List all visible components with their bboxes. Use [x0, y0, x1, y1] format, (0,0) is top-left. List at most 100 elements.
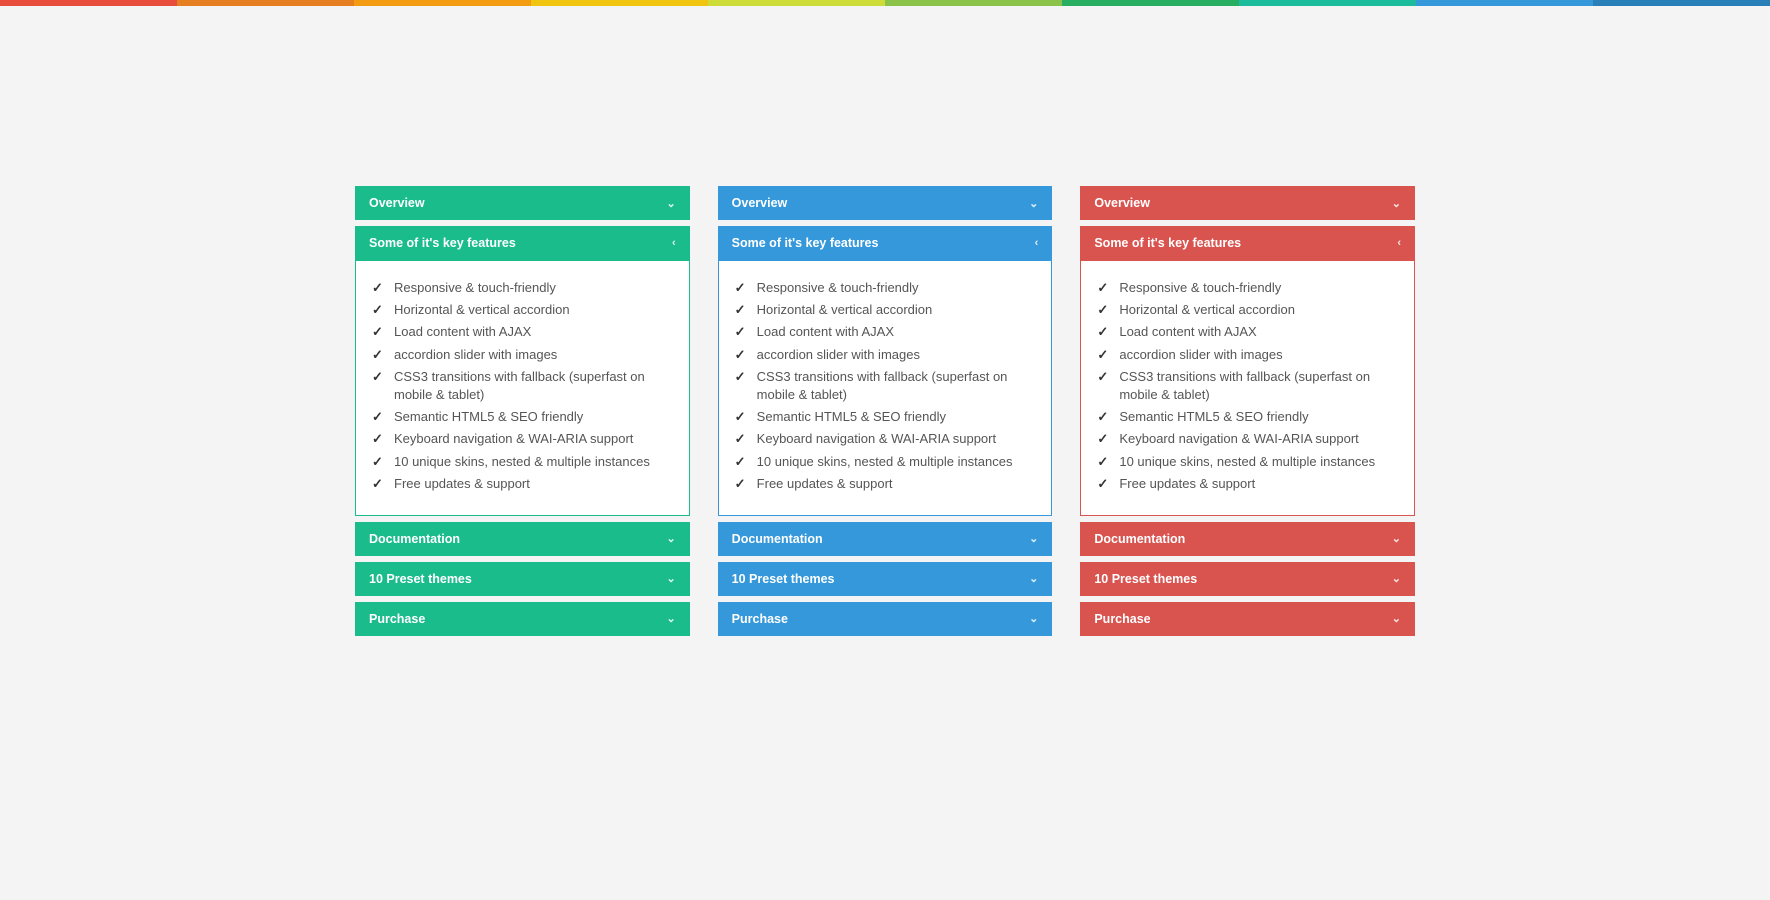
- accordion-header-themes[interactable]: 10 Preset themes⌄: [718, 562, 1053, 596]
- feature-text: Responsive & touch-friendly: [1119, 279, 1398, 297]
- feature-text: Load content with AJAX: [757, 323, 1036, 341]
- accordion-item-purchase: Purchase⌄: [1080, 602, 1415, 636]
- feature-text: Horizontal & vertical accordion: [757, 301, 1036, 319]
- accordion-header-themes[interactable]: 10 Preset themes ⌄: [355, 562, 690, 596]
- accordion-header-features[interactable]: Some of it's key features‹: [355, 226, 690, 260]
- accordion-header-label: Purchase: [369, 612, 425, 626]
- accordion-header-label: 10 Preset themes: [1094, 572, 1197, 586]
- accordion-header-label: Documentation: [369, 532, 460, 546]
- feature-list-item: ✓CSS3 transitions with fallback (superfa…: [372, 368, 673, 404]
- accordion-header-purchase[interactable]: Purchase⌄: [1080, 602, 1415, 636]
- check-icon: ✓: [1097, 368, 1119, 386]
- chevron-down-icon: ⌄: [666, 572, 675, 585]
- feature-text: accordion slider with images: [394, 346, 673, 364]
- feature-list-item: ✓Keyboard navigation & WAI-ARIA support: [1097, 430, 1398, 448]
- feature-list-item: ✓Horizontal & vertical accordion: [735, 301, 1036, 319]
- accordion-header-label: Some of it's key features: [732, 236, 879, 250]
- check-icon: ✓: [1097, 323, 1119, 341]
- feature-list-item: ✓CSS3 transitions with fallback (superfa…: [1097, 368, 1398, 404]
- check-icon: ✓: [372, 453, 394, 471]
- feature-text: Semantic HTML5 & SEO friendly: [757, 408, 1036, 426]
- accordion-header-overview[interactable]: Overview⌄: [718, 186, 1053, 220]
- accordion-header-features[interactable]: Some of it's key features‹: [1080, 226, 1415, 260]
- accordion-item-purchase: Purchase ⌄: [718, 602, 1053, 636]
- feature-text: Free updates & support: [757, 475, 1036, 493]
- feature-text: Load content with AJAX: [1119, 323, 1398, 341]
- accordion-header-label: 10 Preset themes: [732, 572, 835, 586]
- check-icon: ✓: [1097, 301, 1119, 319]
- chevron-left-icon: ‹: [1035, 237, 1039, 249]
- accordion-header-features[interactable]: Some of it's key features ‹: [718, 226, 1053, 260]
- rainbow-top-bar: [0, 0, 1770, 6]
- accordion-header-documentation[interactable]: Documentation⌄: [1080, 522, 1415, 556]
- accordion-header-label: Purchase: [732, 612, 788, 626]
- accordion-item-features: Some of it's key features ‹ ✓Responsive & …: [718, 226, 1053, 516]
- check-icon: ✓: [735, 301, 757, 319]
- accordion-column-green: Overview⌄Some of it's key features‹✓Resp…: [355, 186, 690, 642]
- check-icon: ✓: [372, 301, 394, 319]
- chevron-down-icon: ⌄: [1029, 532, 1038, 545]
- feature-list-item: ✓CSS3 transitions with fallback (superfa…: [735, 368, 1036, 404]
- feature-text: CSS3 transitions with fallback (superfas…: [757, 368, 1036, 404]
- rainbow-segment: [354, 0, 531, 6]
- accordion-item-overview: Overview ⌄: [1080, 186, 1415, 220]
- feature-list-item: ✓10 unique skins, nested & multiple inst…: [372, 453, 673, 471]
- feature-text: 10 unique skins, nested & multiple insta…: [394, 453, 673, 471]
- rainbow-segment: [708, 0, 885, 6]
- feature-list-item: ✓Free updates & support: [1097, 475, 1398, 493]
- check-icon: ✓: [372, 475, 394, 493]
- feature-text: Horizontal & vertical accordion: [1119, 301, 1398, 319]
- accordion-header-purchase[interactable]: Purchase ⌄: [718, 602, 1053, 636]
- feature-list-item: ✓Semantic HTML5 & SEO friendly: [1097, 408, 1398, 426]
- feature-text: accordion slider with images: [757, 346, 1036, 364]
- chevron-down-icon: ⌄: [666, 532, 675, 545]
- feature-list-item: ✓Keyboard navigation & WAI-ARIA support: [372, 430, 673, 448]
- accordion-header-documentation[interactable]: Documentation ⌄: [355, 522, 690, 556]
- accordion-header-label: 10 Preset themes: [369, 572, 472, 586]
- accordion-body-features: ✓Responsive & touch-friendly✓Horizontal …: [718, 260, 1053, 516]
- feature-text: Horizontal & vertical accordion: [394, 301, 673, 319]
- check-icon: ✓: [372, 430, 394, 448]
- accordion-header-overview[interactable]: Overview ⌄: [355, 186, 690, 220]
- feature-list-item: ✓Load content with AJAX: [1097, 323, 1398, 341]
- accordion-item-themes: 10 Preset themes⌄: [718, 562, 1053, 596]
- feature-list-item: ✓Semantic HTML5 & SEO friendly: [735, 408, 1036, 426]
- feature-list-item: ✓Free updates & support: [735, 475, 1036, 493]
- check-icon: ✓: [372, 346, 394, 364]
- check-icon: ✓: [1097, 475, 1119, 493]
- chevron-down-icon: ⌄: [1029, 612, 1038, 625]
- accordion-body-features: ✓Responsive & touch-friendly✓Horizontal …: [1080, 260, 1415, 516]
- feature-list-item: ✓accordion slider with images: [735, 346, 1036, 364]
- feature-text: Free updates & support: [1119, 475, 1398, 493]
- accordion-header-label: Overview: [1094, 196, 1150, 210]
- accordion-header-label: Documentation: [732, 532, 823, 546]
- chevron-down-icon: ⌄: [666, 612, 675, 625]
- feature-text: CSS3 transitions with fallback (superfas…: [1119, 368, 1398, 404]
- accordion-header-label: Overview: [369, 196, 425, 210]
- feature-text: CSS3 transitions with fallback (superfas…: [394, 368, 673, 404]
- accordion-header-themes[interactable]: 10 Preset themes⌄: [1080, 562, 1415, 596]
- check-icon: ✓: [735, 323, 757, 341]
- accordion-item-overview: Overview ⌄: [355, 186, 690, 220]
- accordion-header-documentation[interactable]: Documentation ⌄: [718, 522, 1053, 556]
- feature-list-item: ✓10 unique skins, nested & multiple inst…: [735, 453, 1036, 471]
- accordion-header-label: Some of it's key features: [369, 236, 516, 250]
- feature-list-item: ✓Responsive & touch-friendly: [735, 279, 1036, 297]
- chevron-down-icon: ⌄: [1392, 197, 1401, 210]
- feature-list-item: ✓Horizontal & vertical accordion: [1097, 301, 1398, 319]
- chevron-down-icon: ⌄: [666, 197, 675, 210]
- feature-list-item: ✓Semantic HTML5 & SEO friendly: [372, 408, 673, 426]
- accordion-header-purchase[interactable]: Purchase ⌄: [355, 602, 690, 636]
- feature-list-item: ✓10 unique skins, nested & multiple inst…: [1097, 453, 1398, 471]
- accordion-item-documentation: Documentation⌄: [1080, 522, 1415, 556]
- accordion-item-overview: Overview⌄: [718, 186, 1053, 220]
- feature-list-item: ✓Free updates & support: [372, 475, 673, 493]
- accordion-header-label: Purchase: [1094, 612, 1150, 626]
- feature-text: 10 unique skins, nested & multiple insta…: [757, 453, 1036, 471]
- check-icon: ✓: [735, 279, 757, 297]
- feature-text: 10 unique skins, nested & multiple insta…: [1119, 453, 1398, 471]
- accordion-header-label: Some of it's key features: [1094, 236, 1241, 250]
- rainbow-segment: [0, 0, 177, 6]
- chevron-down-icon: ⌄: [1392, 532, 1401, 545]
- accordion-header-overview[interactable]: Overview ⌄: [1080, 186, 1415, 220]
